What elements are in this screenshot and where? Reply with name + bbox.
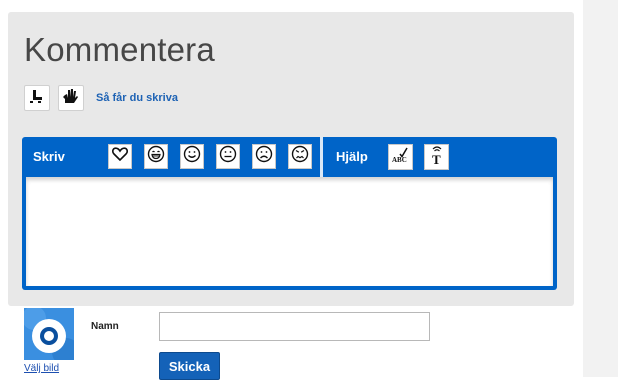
comment-editor: Skriv Hjälp ABC T <box>22 137 557 290</box>
editor-toolbar: Skriv Hjälp ABC T <box>22 137 557 177</box>
svg-text:ABC: ABC <box>392 156 407 164</box>
svg-text:T: T <box>432 152 441 165</box>
sad-face-icon <box>255 145 273 168</box>
page-title: Kommentera <box>24 31 215 68</box>
name-label: Namn <box>91 321 119 332</box>
choose-image-link[interactable]: Välj bild <box>24 363 59 374</box>
comment-textarea[interactable] <box>26 177 553 286</box>
emoji-heart-button[interactable] <box>108 144 132 169</box>
toolbar-divider <box>320 137 323 177</box>
angry-face-icon <box>291 145 309 168</box>
emoji-angry-button[interactable] <box>288 144 312 169</box>
submit-button[interactable]: Skicka <box>159 352 220 380</box>
sign-language-icon <box>62 87 80 110</box>
howto-link[interactable]: Så får du skriva <box>96 92 178 104</box>
text-to-speech-button[interactable]: T <box>424 144 449 170</box>
text-to-speech-icon: T <box>428 145 446 170</box>
easy-read-icon <box>29 88 45 109</box>
write-label: Skriv <box>33 149 65 164</box>
right-sidebar <box>583 0 618 377</box>
neutral-face-icon <box>219 145 237 168</box>
spellcheck-icon: ABC <box>391 146 411 169</box>
laughing-face-icon <box>147 145 165 168</box>
heart-icon <box>111 145 129 168</box>
emoji-smile-button[interactable] <box>180 144 204 169</box>
avatar[interactable] <box>24 308 74 360</box>
easy-read-button[interactable] <box>24 85 50 111</box>
spellcheck-button[interactable]: ABC <box>388 144 413 170</box>
name-input[interactable] <box>159 312 430 341</box>
emoji-sad-button[interactable] <box>252 144 276 169</box>
help-label: Hjälp <box>336 149 368 164</box>
emoji-neutral-button[interactable] <box>216 144 240 169</box>
smiling-face-icon <box>183 145 201 168</box>
sign-language-button[interactable] <box>58 85 84 111</box>
emoji-laughing-button[interactable] <box>144 144 168 169</box>
